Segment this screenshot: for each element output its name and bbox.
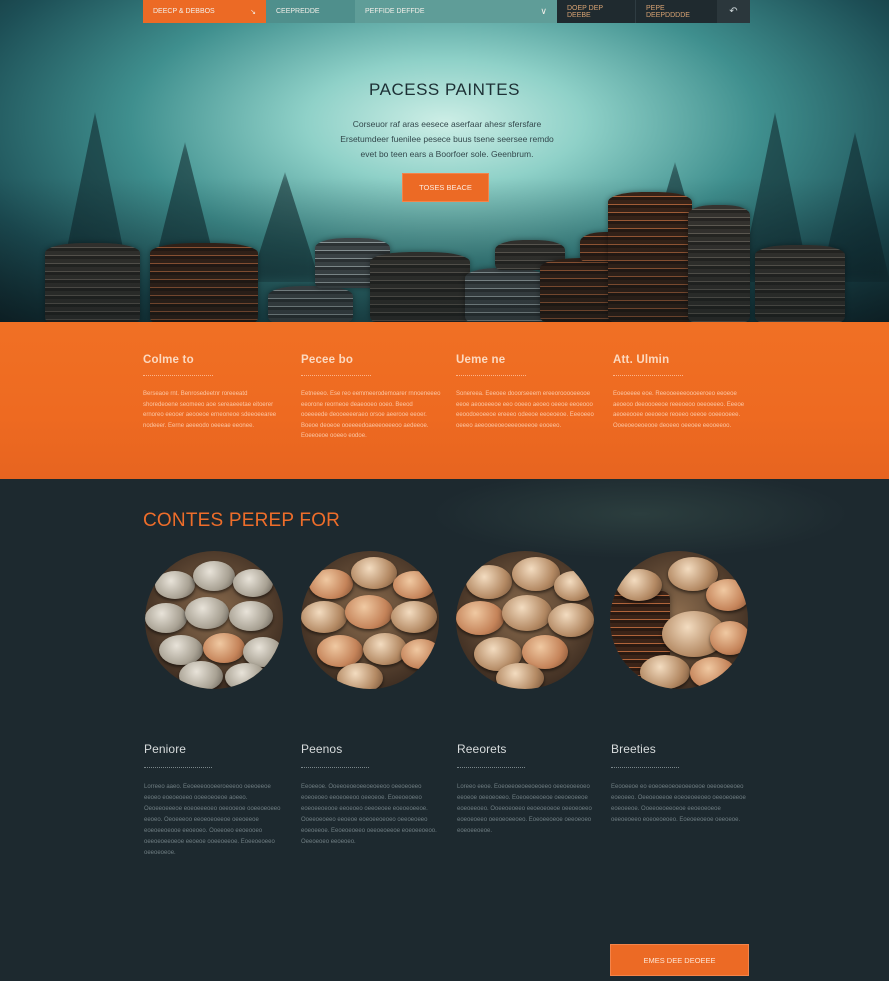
divider	[143, 375, 213, 378]
nav-item-label: CEEPREDDE	[276, 8, 320, 15]
coin	[145, 603, 187, 633]
feature-column: Peenos Eeoeeoe. Ooeeoeoeoeeoeoeeoo oeeoe…	[301, 742, 439, 848]
search-button[interactable]: ↶	[717, 0, 750, 23]
nav-item-4[interactable]: PEPE DEEPDDDDE	[635, 0, 717, 23]
coin	[456, 601, 504, 635]
feature-title: Breeties	[611, 742, 656, 756]
feature-column: Reeorets Loreeo eeoe. Eoeoeeoeoeeoeoeeo …	[457, 742, 595, 837]
coin	[393, 571, 435, 599]
feature-title: Reeorets	[457, 742, 507, 756]
coin	[710, 621, 748, 655]
feature-text: Eeoeeoe. Ooeeoeoeoeeoeoeeoo oeeoeoeeo eo…	[301, 784, 437, 845]
feature-column: Peniore Lorreeo aaeo. Eeoeeeoooeeroeeeoo…	[144, 742, 282, 859]
feature-text: Loreeo eeoe. Eoeoeeoeoeeoeoeeo oeeoeoeeo…	[457, 784, 592, 834]
divider	[457, 767, 525, 770]
divider	[301, 767, 369, 770]
chevron-down-icon: ∨	[540, 6, 547, 16]
band-column: Ueme ne Sonereea. Eeeoee dooorseeem eree…	[456, 354, 596, 431]
coin	[391, 601, 437, 633]
band-column-title: Pecee bo	[301, 354, 354, 366]
coin	[337, 663, 383, 689]
coin	[309, 569, 353, 599]
band-column: Att. Ulmin Eoeoeeee eoe. Reeooeeeeoooeer…	[613, 354, 753, 431]
coin	[203, 633, 245, 663]
coin-image	[610, 551, 748, 689]
coin	[229, 601, 273, 631]
band-column: Colme to Berseaoe rnt. Benrosedeetnr ror…	[143, 354, 283, 431]
divider	[611, 767, 679, 770]
top-nav: DEECP & DEBBOS ↘ CEEPREDDE PEFFIDE DEFFD…	[143, 0, 750, 23]
nav-item-label: PEFFIDE DEFFDE	[365, 8, 425, 15]
coin	[548, 603, 594, 637]
coin	[706, 579, 748, 611]
nav-item-label: PEPE DEEPDDDDE	[646, 4, 690, 19]
coin	[512, 557, 560, 591]
background-glow	[430, 479, 850, 559]
feature-text: Lorreeo aaeo. Eeoeeeoooeeroeeeoo oeeoeeo…	[144, 784, 281, 856]
coin	[179, 661, 223, 689]
divider	[144, 767, 212, 770]
hero-title: PACESS PAINTES	[369, 80, 520, 99]
nav-item-label: DEECP & DEBBOS	[153, 8, 215, 15]
feature-column: Breeties Eeooeeoe eo eoeoeeoeoeoeeoeoe o…	[611, 742, 749, 826]
coin	[301, 601, 347, 633]
band-column-text: Sonereea. Eeeoee dooorseeem ereeorooooee…	[456, 391, 594, 429]
coin	[690, 657, 736, 689]
band-column-title: Colme to	[143, 354, 194, 366]
search-icon: ↶	[729, 6, 738, 17]
coin-image	[456, 551, 594, 689]
coin	[193, 561, 235, 591]
cta-button[interactable]: EMES DEE DEOEEE	[610, 944, 749, 976]
divider	[456, 375, 526, 378]
hero-button[interactable]: TOSES BEACE	[402, 173, 489, 202]
section-title: CONTES PEREP FOR	[143, 510, 341, 531]
nav-item-3[interactable]: DOEP DEP DEEBE	[557, 0, 635, 23]
coin	[496, 663, 544, 689]
hero-section: DEECP & DEBBOS ↘ CEEPREDDE PEFFIDE DEFFD…	[0, 0, 889, 322]
coin	[401, 639, 439, 669]
band-column-title: Att. Ulmin	[613, 354, 670, 366]
coin-image	[145, 551, 283, 689]
coin	[554, 571, 594, 601]
arrow-icon: ↘	[250, 8, 256, 16]
band-column: Pecee bo Eetneeeo. Ese reo eemmeerodemoa…	[301, 354, 441, 442]
coin	[640, 655, 690, 689]
coin	[466, 565, 512, 599]
coin	[363, 633, 407, 665]
coin	[351, 557, 397, 589]
hero-subtitle: Corseuor raf aras eesece aserfaar ahesr …	[340, 119, 554, 159]
coin	[345, 595, 393, 629]
nav-item-2[interactable]: CEEPREDDE	[266, 0, 355, 23]
coin	[502, 595, 552, 631]
coin-image	[301, 551, 439, 689]
coin	[225, 663, 267, 689]
features-band: Colme to Berseaoe rnt. Benrosedeetnr ror…	[0, 322, 889, 479]
band-column-text: Eetneeeo. Ese reo eemmeerodemoarer rnnoe…	[301, 391, 441, 439]
feature-text: Eeooeeoe eo eoeoeeoeoeoeeoeoe oeeoeoeeoe…	[611, 784, 746, 823]
band-column-text: Eoeoeeee eoe. Reeooeeeeoooeeroeo eeoeoe …	[613, 391, 745, 429]
nav-item-1[interactable]: DEECP & DEBBOS ↘	[143, 0, 266, 23]
divider	[613, 375, 683, 378]
coin	[616, 569, 662, 601]
band-column-text: Berseaoe rnt. Benrosedeetnr roreeeatd sh…	[143, 391, 277, 429]
coin	[185, 597, 229, 629]
feature-title: Peniore	[144, 742, 187, 756]
nav-item-label: DOEP DEP DEEBE	[567, 4, 603, 19]
band-column-title: Ueme ne	[456, 354, 506, 366]
content-section: CONTES PEREP FOR Peniore Lorreeo aaeo. E…	[0, 479, 889, 981]
nav-dropdown[interactable]: PEFFIDE DEFFDE ∨	[355, 0, 557, 23]
divider	[301, 375, 371, 378]
coin	[233, 569, 273, 597]
coin	[155, 571, 195, 599]
feature-title: Peenos	[301, 742, 343, 756]
